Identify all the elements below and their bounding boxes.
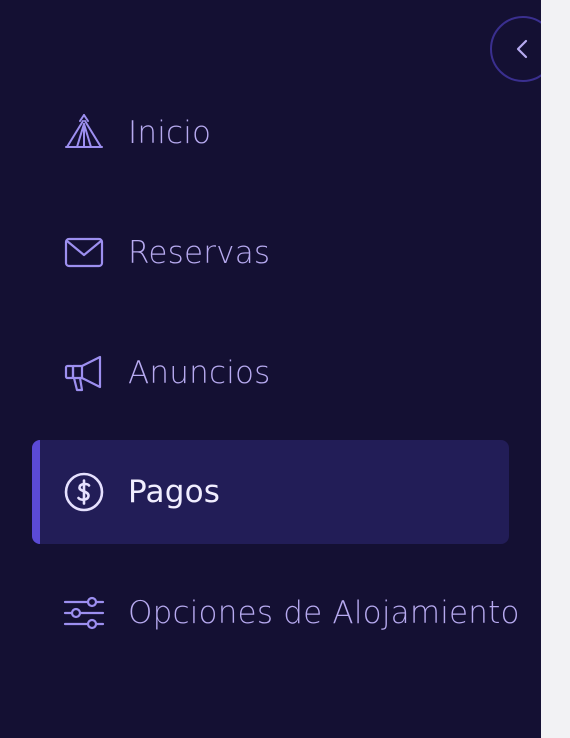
envelope-icon: [62, 231, 106, 275]
sidebar-item-pagos[interactable]: Pagos: [32, 440, 509, 544]
sidebar-item-label: Inicio: [128, 115, 212, 151]
tent-icon: [62, 111, 106, 155]
dollar-circle-icon: [62, 470, 106, 514]
sidebar-item-inicio[interactable]: Inicio: [32, 81, 509, 185]
sidebar-item-reservas[interactable]: Reservas: [32, 201, 509, 305]
megaphone-icon: [62, 351, 106, 395]
sidebar-item-anuncios[interactable]: Anuncios: [32, 321, 509, 425]
sidebar-item-opciones-de-alojamiento[interactable]: Opciones de Alojamiento: [32, 561, 519, 665]
sidebar-item-label: Pagos: [128, 474, 221, 510]
sliders-icon: [62, 591, 106, 635]
sidebar: Inicio Reservas Anuncios Pagos Opciones …: [0, 0, 556, 738]
sidebar-item-label: Reservas: [128, 235, 271, 271]
sidebar-item-label: Opciones de Alojamiento: [128, 595, 520, 631]
sidebar-item-label: Anuncios: [128, 355, 271, 391]
chevron-left-icon: [512, 38, 534, 60]
main-content-area: [541, 0, 570, 738]
